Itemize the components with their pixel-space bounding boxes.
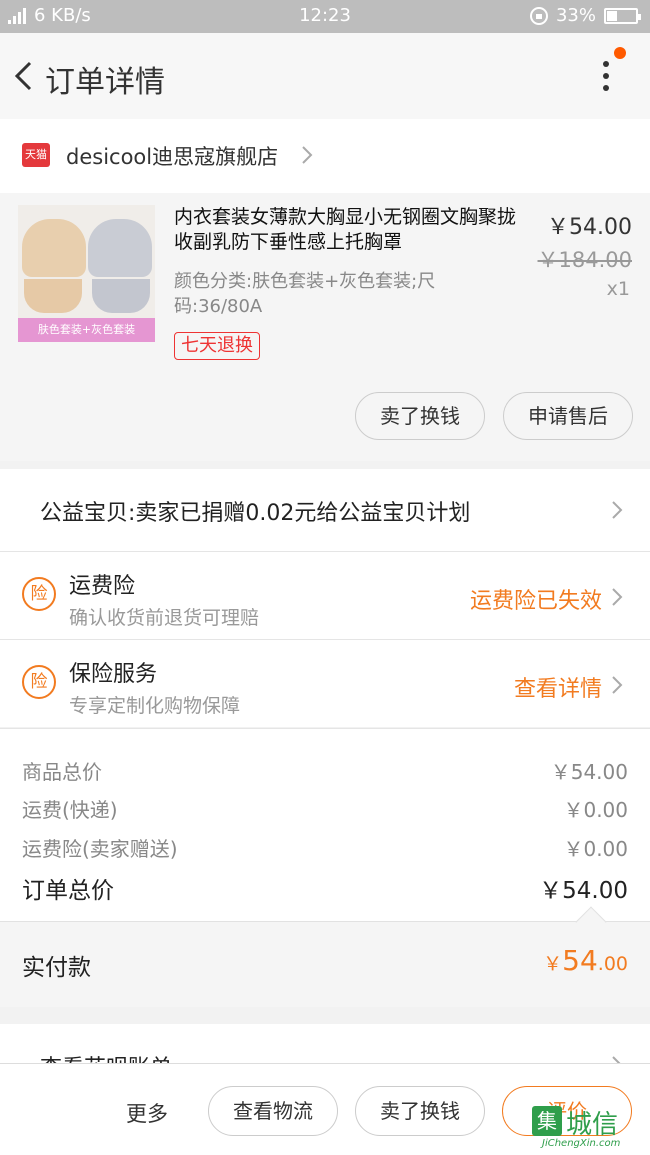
product-spec: 颜色分类:肤色套装+灰色套装;尺码:36/80A <box>174 271 436 317</box>
return-policy-badge: 七天退换 <box>174 332 260 360</box>
price-summary: 商品总价 ￥54.00 运费(快递) ￥0.00 运费险(卖家赠送) ￥0.00… <box>0 728 650 921</box>
insurance-subtitle: 专享定制化购物保障 <box>69 695 241 717</box>
paid-label: 实付款 <box>22 955 91 981</box>
insurance-icon: 险 <box>22 577 56 611</box>
order-total-value: ￥54.00 <box>539 878 628 904</box>
status-right: 33% <box>529 5 641 26</box>
summary-value: ￥0.00 <box>563 798 628 822</box>
status-bar: 6 KB/s 12:23 33% <box>0 0 650 33</box>
product-image-caption: 肤色套装+灰色套装 <box>18 318 155 342</box>
paid-decimal: .00 <box>597 953 628 975</box>
insurance-title: 保险服务 <box>69 662 158 687</box>
chevron-right-icon <box>612 676 623 694</box>
chevron-right-icon <box>302 146 313 164</box>
summary-row: 商品总价 ￥54.00 <box>22 756 628 785</box>
summary-label: 商品总价 <box>22 760 102 784</box>
watermark: 集 城信 JiChengXin.com <box>518 1104 650 1155</box>
charity-row[interactable]: 公益宝贝:卖家已捐赠0.02元给公益宝贝计划 <box>0 469 650 551</box>
insurance-subtitle: 确认收货前退货可理赔 <box>69 607 260 629</box>
summary-row: 运费(快递) ￥0.00 <box>22 794 628 823</box>
original-price: ￥184.00 <box>537 248 632 272</box>
paid-amount: ￥54.00 <box>543 944 628 977</box>
paid-amount-row: 实付款 ￥54.00 <box>0 906 650 1007</box>
insurance-service-row[interactable]: 险 保险服务 专享定制化购物保障 查看详情 <box>0 639 650 727</box>
paid-integer: 54 <box>562 944 598 977</box>
product-price: ￥54.00 <box>547 215 632 240</box>
product-card[interactable]: 肤色套装+灰色套装 内衣套装女薄款大胸显小无钢圈文胸聚拢收副乳防下垂性感上托胸罩… <box>0 193 650 461</box>
rotation-lock-icon <box>529 6 548 25</box>
summary-label: 运费(快递) <box>22 798 118 822</box>
view-details-link[interactable]: 查看详情 <box>514 671 602 703</box>
store-row[interactable]: 天猫 desicool迪思寇旗舰店 <box>0 119 650 193</box>
battery-percent: 33% <box>555 5 596 26</box>
more-menu-icon[interactable] <box>592 47 626 97</box>
insurance-icon: 险 <box>22 665 56 699</box>
summary-row: 运费险(卖家赠送) ￥0.00 <box>22 833 628 862</box>
watermark-name: 城信 <box>566 1110 619 1140</box>
notification-dot <box>614 47 626 59</box>
after-sales-button[interactable]: 申请售后 <box>503 392 633 440</box>
back-arrow-icon[interactable] <box>10 59 44 93</box>
sell-button[interactable]: 卖了换钱 <box>355 392 485 440</box>
charity-text: 公益宝贝:卖家已捐赠0.02元给公益宝贝计划 <box>40 501 471 526</box>
order-total-label: 订单总价 <box>22 878 114 904</box>
sell-button[interactable]: 卖了换钱 <box>355 1086 485 1136</box>
product-quantity: x1 <box>606 278 630 300</box>
product-image[interactable]: 肤色套装+灰色套装 <box>18 205 155 342</box>
order-total-row: 订单总价 ￥54.00 <box>22 871 628 905</box>
paid-currency: ￥ <box>543 953 563 975</box>
battery-icon <box>604 7 641 24</box>
more-button[interactable]: 更多 <box>126 1098 168 1128</box>
product-title[interactable]: 内衣套装女薄款大胸显小无钢圈文胸聚拢收副乳防下垂性感上托胸罩 <box>174 205 524 255</box>
watermark-url: JiChengXin.com <box>542 1138 621 1149</box>
shipping-insurance-row[interactable]: 险 运费险 确认收货前退货可理赔 运费险已失效 <box>0 551 650 639</box>
insurance-title: 运费险 <box>69 574 136 599</box>
chevron-right-icon <box>612 588 623 606</box>
summary-value: ￥54.00 <box>550 760 628 784</box>
chevron-right-icon <box>612 501 623 519</box>
view-logistics-button[interactable]: 查看物流 <box>208 1086 338 1136</box>
page-title: 订单详情 <box>45 65 165 100</box>
tmall-icon: 天猫 <box>22 143 50 167</box>
summary-value: ￥0.00 <box>563 837 628 861</box>
watermark-logo: 集 <box>532 1106 562 1136</box>
nav-bar: 订单详情 <box>0 33 650 119</box>
insurance-status[interactable]: 运费险已失效 <box>470 583 602 615</box>
summary-label: 运费险(卖家赠送) <box>22 837 178 861</box>
store-name[interactable]: desicool迪思寇旗舰店 <box>66 141 278 171</box>
